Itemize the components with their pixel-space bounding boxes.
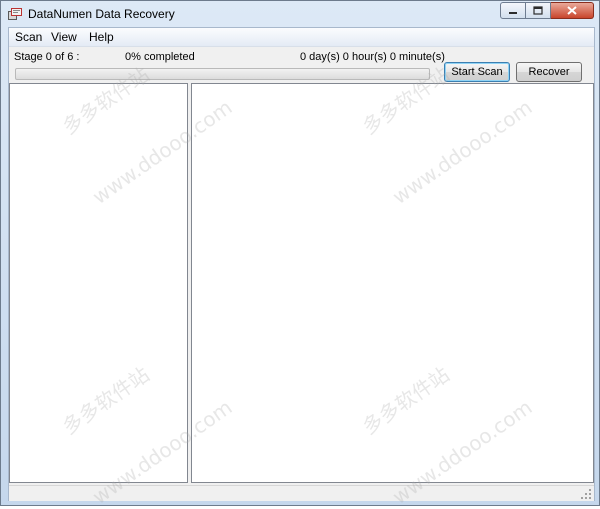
elapsed-time-label: 0 day(s) 0 hour(s) 0 minute(s) bbox=[300, 51, 445, 63]
menu-help[interactable]: Help bbox=[87, 30, 116, 44]
app-icon bbox=[8, 8, 22, 20]
recover-button[interactable]: Recover bbox=[516, 62, 582, 82]
status-bar bbox=[9, 485, 594, 501]
stage-label: Stage 0 of 6 : bbox=[14, 51, 80, 63]
maximize-icon bbox=[533, 6, 543, 15]
menu-scan[interactable]: Scan bbox=[13, 30, 44, 44]
close-icon bbox=[567, 6, 577, 15]
progress-bar bbox=[15, 68, 430, 80]
close-button[interactable] bbox=[551, 2, 594, 19]
client-area: Scan View Help Stage 0 of 6 : 0% complet… bbox=[8, 27, 595, 501]
menu-bar: Scan View Help bbox=[9, 28, 594, 47]
minimize-button[interactable] bbox=[500, 2, 526, 19]
title-bar[interactable]: DataNumen Data Recovery bbox=[1, 1, 599, 27]
folder-tree-pane[interactable] bbox=[9, 83, 188, 483]
resize-grip-icon[interactable] bbox=[580, 488, 592, 500]
file-list-pane[interactable] bbox=[191, 83, 594, 483]
window-controls bbox=[500, 2, 594, 20]
maximize-button[interactable] bbox=[526, 2, 551, 19]
app-window: DataNumen Data Recovery Scan View Help S… bbox=[0, 0, 600, 506]
percent-label: 0% completed bbox=[125, 51, 195, 63]
menu-view[interactable]: View bbox=[49, 30, 79, 44]
minimize-icon bbox=[509, 11, 517, 14]
window-title: DataNumen Data Recovery bbox=[28, 7, 175, 21]
start-scan-button[interactable]: Start Scan bbox=[444, 62, 510, 82]
